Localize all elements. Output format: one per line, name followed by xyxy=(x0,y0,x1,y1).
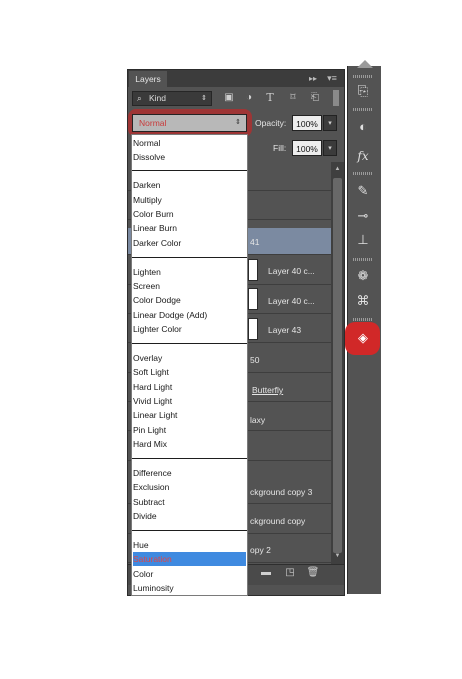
chevron-updown-icon: ⇕ xyxy=(201,95,207,102)
blend-option-overlay[interactable]: Overlay xyxy=(133,351,246,365)
layer-name: Layer 40 c... xyxy=(268,266,315,276)
layer-name: opy 2 xyxy=(250,545,271,555)
search-icon: ⌕ xyxy=(137,93,142,103)
filter-kind-label: Kind xyxy=(149,93,167,103)
layer-thumbnail xyxy=(248,288,258,310)
filter-toggle[interactable] xyxy=(333,90,339,106)
layer-name: Butterfly xyxy=(252,385,284,395)
menu-divider xyxy=(132,170,247,171)
blend-option-dissolve[interactable]: Dissolve xyxy=(133,150,246,164)
blend-mode-select[interactable]: Normal ⇕ xyxy=(132,114,247,132)
blend-option-color-burn[interactable]: Color Burn xyxy=(133,207,246,221)
layer-name: ckground copy 3 xyxy=(250,487,313,497)
brush-icon[interactable]: ✎ xyxy=(351,180,375,202)
dock-collapse-arrow-icon[interactable] xyxy=(357,60,373,68)
blend-option-pin-light[interactable]: Pin Light xyxy=(133,423,246,437)
fill-label: Fill: xyxy=(273,143,287,153)
blend-option-hue[interactable]: Hue xyxy=(133,538,246,552)
chevron-updown-icon: ⇕ xyxy=(235,119,241,126)
blend-mode-value: Normal xyxy=(139,118,167,128)
blend-option-divide[interactable]: Divide xyxy=(133,509,246,523)
dock-grip[interactable] xyxy=(353,172,373,175)
opacity-label: Opacity: xyxy=(255,118,287,128)
type-filter-icon[interactable]: T xyxy=(263,91,277,105)
blend-option-darken[interactable]: Darken xyxy=(133,178,246,192)
blend-option-lighter-color[interactable]: Lighter Color xyxy=(133,322,246,336)
scroll-thumb[interactable] xyxy=(333,178,342,553)
filter-kind-select[interactable]: ⌕ Kind ⇕ xyxy=(132,91,212,106)
blend-option-multiply[interactable]: Multiply xyxy=(133,193,246,207)
new-group-icon[interactable]: ▬ xyxy=(259,566,273,580)
paths-icon[interactable]: ⌘ xyxy=(351,290,375,312)
blend-option-color-dodge[interactable]: Color Dodge xyxy=(133,293,246,307)
trash-icon[interactable]: 🗑 xyxy=(306,566,320,580)
blend-option-exclusion[interactable]: Exclusion xyxy=(133,480,246,494)
panel-menu-icon[interactable]: ▾≡ xyxy=(324,72,340,85)
tab-layers[interactable]: Layers xyxy=(129,71,167,87)
fill-field[interactable]: 100% xyxy=(292,140,322,156)
blend-option-vivid-light[interactable]: Vivid Light xyxy=(133,394,246,408)
blend-option-darker-color[interactable]: Darker Color xyxy=(133,236,246,250)
blend-option-normal[interactable]: Normal xyxy=(133,136,246,150)
blend-option-luminosity[interactable]: Luminosity xyxy=(133,581,246,595)
blend-option-soft-light[interactable]: Soft Light xyxy=(133,365,246,379)
shape-filter-icon[interactable]: ⌑ xyxy=(286,91,300,105)
blend-option-linear-light[interactable]: Linear Light xyxy=(133,408,246,422)
menu-divider xyxy=(132,257,247,258)
layer-name: ckground copy xyxy=(250,516,306,526)
layer-thumbnail xyxy=(248,259,258,281)
blend-option-linear-dodge[interactable]: Linear Dodge (Add) xyxy=(133,308,246,322)
layer-name: 41 xyxy=(250,237,260,247)
adjustments-icon[interactable]: ◐ xyxy=(351,116,375,138)
layer-name: Layer 43 xyxy=(268,325,302,335)
opacity-field[interactable]: 100% xyxy=(292,115,322,131)
blend-option-linear-burn[interactable]: Linear Burn xyxy=(133,221,246,235)
menu-divider xyxy=(132,343,247,344)
blend-option-hard-light[interactable]: Hard Light xyxy=(133,380,246,394)
blend-option-difference[interactable]: Difference xyxy=(133,466,246,480)
layer-name: laxy xyxy=(250,415,266,425)
layer-name: Layer 40 c... xyxy=(268,296,315,306)
image-filter-icon[interactable]: ▣ xyxy=(222,91,236,105)
dock-grip[interactable] xyxy=(353,108,373,111)
adjustment-filter-icon[interactable]: ◑ xyxy=(242,91,256,105)
blend-option-hard-mix[interactable]: Hard Mix xyxy=(133,437,246,451)
channels-icon[interactable]: ❁ xyxy=(351,265,375,287)
opacity-dropdown-icon[interactable]: ▾ xyxy=(323,115,337,131)
scroll-down-icon[interactable]: ▼ xyxy=(331,550,344,562)
blend-option-color[interactable]: Color xyxy=(133,567,246,581)
menu-divider xyxy=(132,530,247,531)
smart-object-filter-icon[interactable]: ⎗ xyxy=(308,91,322,105)
dock-grip[interactable] xyxy=(353,318,373,321)
new-layer-icon[interactable]: ◳ xyxy=(283,566,297,580)
dock-grip[interactable] xyxy=(353,258,373,261)
blend-option-saturation[interactable]: Saturation xyxy=(133,552,246,566)
layer-thumbnail xyxy=(248,318,258,340)
scroll-up-icon[interactable]: ▲ xyxy=(331,163,344,175)
history-icon[interactable]: ⎘ xyxy=(351,80,375,102)
fill-dropdown-icon[interactable]: ▾ xyxy=(323,140,337,156)
blend-option-subtract[interactable]: Subtract xyxy=(133,495,246,509)
styles-fx-icon[interactable]: fx xyxy=(351,145,375,167)
tool-presets-icon[interactable]: ⊸ xyxy=(351,205,375,227)
collapse-panel-icon[interactable]: ▸▸ xyxy=(306,72,320,85)
clone-source-icon[interactable]: ⊥ xyxy=(351,229,375,251)
blend-option-lighten[interactable]: Lighten xyxy=(133,265,246,279)
blend-option-screen[interactable]: Screen xyxy=(133,279,246,293)
layers-icon[interactable]: ◈ xyxy=(351,327,375,349)
layer-name: 50 xyxy=(250,355,260,365)
menu-divider xyxy=(132,458,247,459)
dock-grip[interactable] xyxy=(353,75,373,78)
